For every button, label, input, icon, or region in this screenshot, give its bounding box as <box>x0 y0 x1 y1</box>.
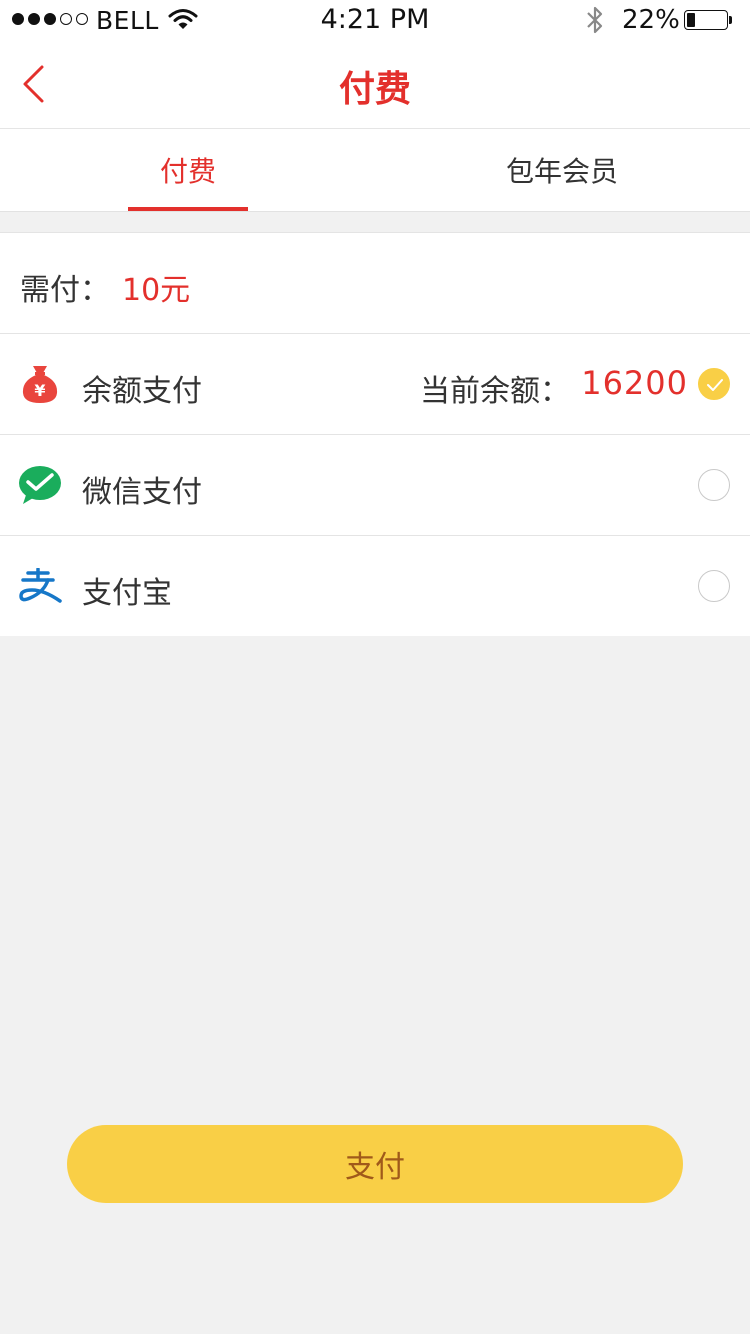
pay-button[interactable]: 支付 <box>67 1125 683 1203</box>
payment-method-label: 余额支付 <box>82 374 202 409</box>
tab-annual-membership[interactable]: 包年会员 <box>480 129 644 211</box>
amount-label: 需付： <box>20 273 110 308</box>
payment-method-balance[interactable]: ¥ 余额支付 当前余额： 16200 <box>0 334 750 435</box>
status-bar: BELL 4:21 PM 22% <box>0 0 750 40</box>
battery-percent: 22% <box>622 5 680 35</box>
payment-method-label: 支付宝 <box>82 576 172 611</box>
battery-icon <box>684 10 734 30</box>
balance-value: 16200 <box>581 364 688 402</box>
amount-row: 需付： 10元 <box>0 233 750 334</box>
radio-unselected[interactable] <box>698 570 730 602</box>
tab-bar: 付费 包年会员 <box>0 129 750 212</box>
navigation-bar: 付费 <box>0 40 750 129</box>
amount-value: 10元 <box>122 273 191 308</box>
bluetooth-icon <box>584 4 606 40</box>
money-bag-icon: ¥ <box>18 362 62 406</box>
payment-method-label: 微信支付 <box>82 475 202 510</box>
alipay-icon <box>18 564 62 608</box>
checkmark-icon <box>707 379 723 391</box>
radio-unselected[interactable] <box>698 469 730 501</box>
payment-list: 需付： 10元 ¥ 余额支付 当前余额： 16200 微信支付 支付宝 <box>0 232 750 636</box>
payment-method-alipay[interactable]: 支付宝 <box>0 536 750 636</box>
balance-label: 当前余额： <box>420 374 570 409</box>
wechat-icon <box>18 463 62 507</box>
active-tab-indicator <box>128 207 248 211</box>
page-title: 付费 <box>338 69 411 110</box>
svg-text:¥: ¥ <box>34 381 45 400</box>
payment-method-wechat[interactable]: 微信支付 <box>0 435 750 536</box>
tab-pay[interactable]: 付费 <box>128 129 248 211</box>
radio-selected[interactable] <box>698 368 730 400</box>
